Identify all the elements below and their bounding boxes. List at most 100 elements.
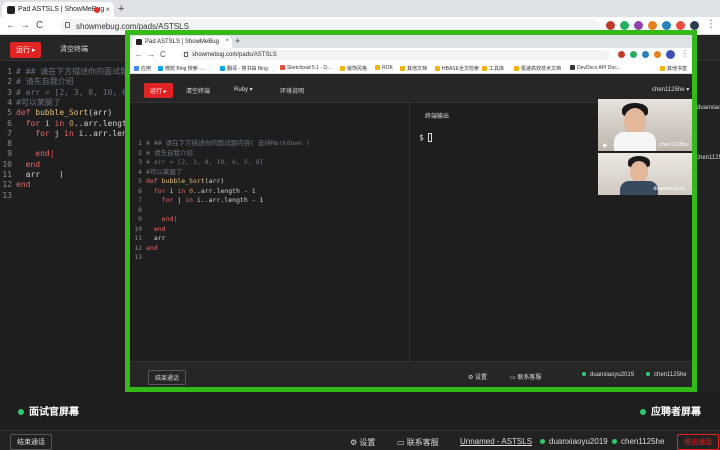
back-button[interactable]: ← [135, 50, 143, 59]
code-line[interactable]: 7 for j in i..arr.length - 1 [132, 196, 263, 206]
end-call-button[interactable]: 结束通话 [10, 434, 52, 450]
extension-icon[interactable] [676, 21, 685, 30]
run-button[interactable]: 运行 ▸ [10, 42, 42, 58]
line-number: 7 [7, 128, 12, 138]
code-line[interactable]: 10 end [2, 160, 40, 170]
inner-address-bar[interactable]: showmebug.com/pads/ASTSLS [180, 50, 610, 60]
code-line[interactable]: 8 [2, 139, 16, 149]
folder-icon [400, 66, 405, 72]
bookmark-item[interactable]: 极速高效技术文档 [514, 65, 561, 72]
folder-icon [435, 66, 440, 72]
forward-button[interactable]: → [20, 20, 30, 31]
user-menu[interactable]: chen1125he ▾ [652, 86, 689, 93]
leave-call-button[interactable]: 退出通话 [677, 434, 719, 450]
outer-browser-tab[interactable]: Pad ASTSLS | ShowMeBug × [2, 2, 114, 17]
bookmark-label: ROK [382, 65, 393, 71]
code-line[interactable]: 4 #可以莱腿了 [132, 168, 182, 178]
microphone-icon[interactable]: ● [613, 143, 617, 149]
outer-tab-title: Pad ASTSLS | ShowMeBug [18, 6, 105, 13]
code-token: end [146, 215, 174, 223]
code-token: #可以莱腿了 [16, 97, 61, 107]
language-select[interactable]: Ruby ▾ [234, 86, 253, 93]
settings-button[interactable]: ⚙ 设置 [468, 372, 487, 381]
inner-code-editor[interactable]: 1 # ## 请在下方描述你的面试题内容( 支持Markdown ) 2 # 请先自我… [130, 103, 410, 361]
tab-terminal-output[interactable]: 终端输出 [425, 111, 449, 120]
run-button[interactable]: 运行 ▸ [144, 83, 173, 98]
code-token: for [146, 196, 178, 204]
code-line[interactable]: 4 #可以莱腿了 [2, 98, 61, 108]
bookmark-item[interactable]: Sketchpad 5.1 - D... [280, 65, 331, 71]
reload-button[interactable]: C [36, 20, 43, 31]
new-tab-button[interactable]: + [235, 36, 240, 46]
code-line[interactable]: 5 def bubble_Sort(arr) [2, 108, 112, 118]
reload-button[interactable]: C [160, 50, 166, 59]
code-token: end [16, 159, 41, 169]
video-tile[interactable]: duanxiaoyu2... [598, 153, 692, 195]
profile-avatar[interactable] [690, 21, 699, 30]
browser-menu-icon[interactable]: ⋮ [706, 19, 716, 30]
end-call-button[interactable]: 结束通话 [148, 370, 187, 385]
bookmark-item[interactable]: 其他文档 [400, 65, 427, 72]
folder-icon [482, 66, 487, 72]
bookmark-item[interactable]: 装饰风格 [340, 65, 367, 72]
support-button[interactable]: ▭ 联系客服 [510, 372, 541, 381]
code-line[interactable]: 13 [132, 253, 146, 263]
code-token: # 请先自我介绍 [146, 148, 193, 157]
pad-name-link[interactable]: Unnamed - ASTSLS [460, 437, 532, 446]
code-line[interactable]: 2 # 请先自我介绍 [132, 149, 193, 159]
extension-icon[interactable] [630, 51, 637, 58]
forward-button[interactable]: → [147, 50, 155, 59]
terminal-cursor[interactable] [428, 133, 432, 142]
bookmark-label: 其他文档 [407, 66, 428, 72]
bookmark-item[interactable]: DevDocs API Doc... [570, 65, 621, 71]
close-tab-icon[interactable]: × [105, 5, 110, 14]
code-line[interactable]: 12 end [132, 244, 158, 254]
bookmark-item[interactable]: ROK [375, 65, 393, 71]
extension-icon[interactable] [618, 51, 625, 58]
code-line[interactable]: 8 [132, 206, 146, 216]
code-line[interactable]: 11 arr [132, 234, 165, 244]
code-line[interactable]: 2 # 请先自我介绍 [2, 77, 73, 87]
extension-icon[interactable] [648, 21, 657, 30]
bookmark-item[interactable]: 其他书签 [660, 65, 687, 72]
code-line[interactable]: 1 # ## 请在下方描述你的面试题内容( 支持Markdown ) [132, 139, 310, 149]
settings-button[interactable]: ⚙ 设置 [350, 437, 375, 448]
back-button[interactable]: ← [6, 20, 16, 31]
fullscreen-icon[interactable]: ⤢ [623, 142, 628, 149]
bookmark-item[interactable]: 微软 Bing 搜索 -... [158, 65, 205, 72]
bookmark-item[interactable]: 翻译 - 搜书由 Bing [220, 65, 268, 72]
extension-icon[interactable] [662, 21, 671, 30]
clear-terminal-button[interactable]: 清空终端 [60, 44, 88, 54]
support-button[interactable]: ▭ 联系客服 [397, 437, 439, 448]
bookmark-item[interactable]: 应用 [134, 65, 151, 72]
extension-icon[interactable] [634, 21, 643, 30]
code-line[interactable]: 10 end [132, 225, 165, 235]
code-line[interactable]: 5 def bubble_Sort(arr) [132, 177, 224, 187]
clear-terminal-button[interactable]: 清空终端 [186, 86, 210, 95]
inner-browser-window: Pad ASTSLS | ShowMeBug × + ← → C showmeb… [130, 35, 692, 387]
browser-menu-icon[interactable]: ⋮ [681, 49, 689, 58]
new-tab-button[interactable]: + [118, 3, 124, 15]
code-line[interactable]: 13 [2, 191, 16, 201]
video-tile[interactable]: chen1125he ▶ ● ⤢ [598, 99, 692, 151]
code-line[interactable]: 6 for i in 0..arr.length - 1 [132, 187, 256, 197]
bookmark-item[interactable]: 工具库 [482, 65, 504, 72]
code-line[interactable]: 9 end| [132, 215, 177, 225]
participant-name: duanxiaoyu2019 [549, 437, 608, 446]
code-line[interactable]: 3 # arr = [2, 3, 8, 10, 6, 5, 8] [132, 158, 263, 168]
bookmark-item[interactable]: HBASE全文检索 [435, 65, 479, 72]
extension-icon[interactable] [642, 51, 649, 58]
close-tab-icon[interactable]: × [225, 38, 229, 44]
env-info-button[interactable]: 环境说明 [280, 86, 304, 95]
language-label: Ruby [234, 87, 249, 93]
code-line[interactable]: 9 end| [2, 149, 54, 159]
camera-icon[interactable]: ▶ [603, 142, 608, 149]
code-line[interactable]: 12 end [2, 180, 30, 190]
code-line[interactable]: 11 arr [2, 170, 40, 180]
line-number: 9 [7, 149, 12, 159]
extension-icon[interactable] [654, 51, 661, 58]
extension-icon[interactable] [620, 21, 629, 30]
profile-avatar[interactable] [666, 50, 675, 59]
inner-browser-tab[interactable]: Pad ASTSLS | ShowMeBug × [132, 36, 232, 48]
extension-icon[interactable] [606, 21, 615, 30]
